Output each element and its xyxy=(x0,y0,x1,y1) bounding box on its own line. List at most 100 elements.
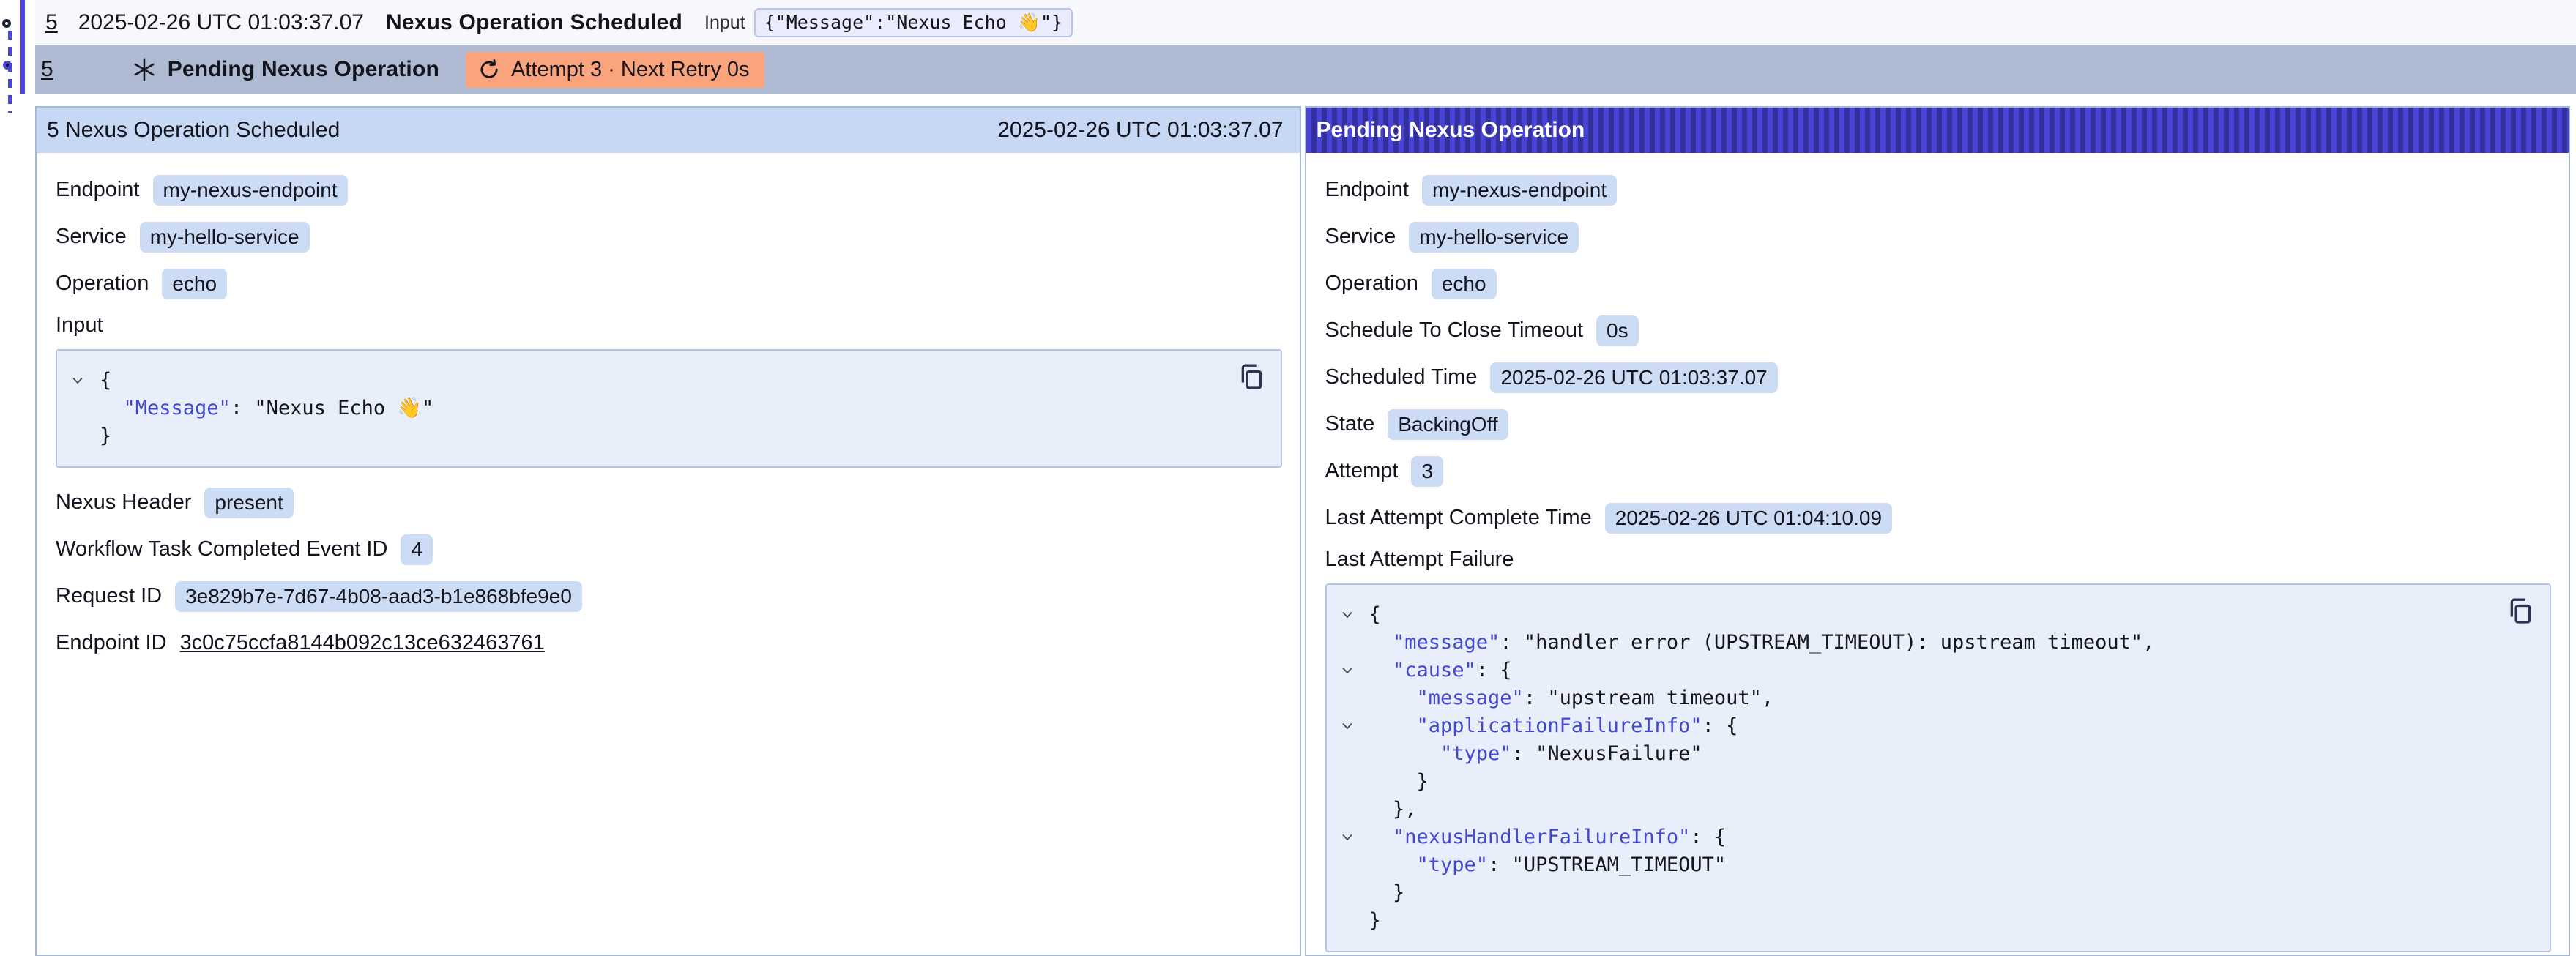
event-timestamp: 2025-02-26 UTC 01:03:37.07 xyxy=(78,10,364,35)
json-line-text: } xyxy=(1369,879,1405,907)
json-key-token: "type" xyxy=(1440,742,1512,765)
timeline-selected-marker-icon xyxy=(3,61,12,70)
input-section-label: Input xyxy=(56,313,1282,337)
code-gutter-spacer xyxy=(1334,851,1369,879)
event-detail-panels: 5 Nexus Operation Scheduled 2025-02-26 U… xyxy=(35,106,2570,956)
json-line-text: { xyxy=(100,367,111,395)
field-label: Workflow Task Completed Event ID xyxy=(56,537,387,561)
collapse-chevron-icon[interactable] xyxy=(1334,601,1369,629)
json-line-text: "type": "NexusFailure" xyxy=(1369,740,1702,768)
scheduled-panel-title: 5 Nexus Operation Scheduled xyxy=(47,118,340,143)
field-label: Service xyxy=(56,225,127,249)
scheduled-event-panel: 5 Nexus Operation Scheduled 2025-02-26 U… xyxy=(35,106,1301,956)
json-key-token: "type" xyxy=(1417,854,1489,876)
scheduled-panel-body: Endpoint my-nexus-endpoint Service my-he… xyxy=(37,153,1300,660)
pending-panel-header: Pending Nexus Operation xyxy=(1306,108,2569,153)
json-line-text: } xyxy=(1369,768,1429,796)
field-state: State BackingOff xyxy=(1325,407,2552,441)
endpoint-id-link[interactable]: 3c0c75ccfa8144b092c13ce632463761 xyxy=(180,631,545,655)
failure-section-label: Last Attempt Failure xyxy=(1325,548,2552,572)
json-key-token: "message" xyxy=(1417,687,1524,709)
json-key-token: "cause" xyxy=(1393,659,1476,681)
json-line: } xyxy=(1334,907,2492,935)
field-label: Nexus Header xyxy=(56,490,191,515)
code-gutter-spacer xyxy=(1334,907,1369,935)
field-value-badge: 0s xyxy=(1596,315,1639,346)
timeline-event-marker-icon xyxy=(2,19,11,28)
json-line: } xyxy=(64,422,1222,450)
event-input-label: Input xyxy=(704,12,745,34)
event-history-list: 5 2025-02-26 UTC 01:03:37.07 Nexus Opera… xyxy=(35,0,2576,94)
attempt-retry-badge: Attempt 3 · Next Retry 0s xyxy=(466,52,764,88)
json-key-token: "message" xyxy=(1393,631,1500,654)
json-text-token: : "Nexus Echo 👋" xyxy=(231,397,433,419)
json-line-text: }, xyxy=(1369,796,1417,824)
collapse-chevron-icon[interactable] xyxy=(1334,712,1369,740)
copy-icon[interactable] xyxy=(2506,597,2535,626)
json-text-token: : { xyxy=(1702,714,1738,737)
pending-panel-body: Endpoint my-nexus-endpoint Service my-he… xyxy=(1306,153,2569,956)
pending-asterisk-icon xyxy=(131,56,157,83)
field-service: Service my-hello-service xyxy=(1325,220,2552,254)
event-row-pending[interactable]: 5 Pending Nexus Operation Attempt 3 · Ne… xyxy=(35,45,2576,94)
field-value-badge: 2025-02-26 UTC 01:04:10.09 xyxy=(1605,503,1892,534)
json-text-token: { xyxy=(100,369,111,392)
json-line-text: "applicationFailureInfo": { xyxy=(1369,712,1738,740)
field-value-badge: 2025-02-26 UTC 01:03:37.07 xyxy=(1490,362,1777,393)
field-value-badge: echo xyxy=(1432,269,1497,299)
code-gutter-spacer xyxy=(1334,768,1369,796)
json-text-token: : "UPSTREAM_TIMEOUT" xyxy=(1488,854,1726,876)
json-line: { xyxy=(64,367,1222,395)
code-gutter-spacer xyxy=(1334,740,1369,768)
json-line-text: "message": "upstream timeout", xyxy=(1369,684,1774,712)
event-id-link[interactable]: 5 xyxy=(41,57,53,82)
json-line-text: "nexusHandlerFailureInfo": { xyxy=(1369,824,1727,851)
code-gutter-spacer xyxy=(1334,796,1369,824)
json-text-token: { xyxy=(1369,603,1381,626)
json-line: { xyxy=(1334,601,2492,629)
field-value-badge: echo xyxy=(162,269,227,299)
json-line: "type": "NexusFailure" xyxy=(1334,740,2492,768)
json-text-token: } xyxy=(1393,881,1404,904)
field-label: Endpoint xyxy=(56,178,140,202)
json-line: "message": "handler error (UPSTREAM_TIME… xyxy=(1334,629,2492,657)
json-line-text: "message": "handler error (UPSTREAM_TIME… xyxy=(1369,629,2155,657)
timeline-line xyxy=(20,0,25,94)
json-line-text: "Message": "Nexus Echo 👋" xyxy=(100,395,433,422)
json-key-token: "Message" xyxy=(124,397,231,419)
failure-json-viewer: { "message": "handler error (UPSTREAM_TIM… xyxy=(1325,583,2552,952)
json-text-token: } xyxy=(1417,770,1429,793)
field-label: Service xyxy=(1325,225,1396,249)
code-gutter-spacer xyxy=(64,422,100,450)
json-line-text: "type": "UPSTREAM_TIMEOUT" xyxy=(1369,851,1727,879)
collapse-chevron-icon[interactable] xyxy=(1334,657,1369,684)
field-service: Service my-hello-service xyxy=(56,220,1282,254)
json-text-token: : "upstream timeout", xyxy=(1524,687,1773,709)
json-key-token: "nexusHandlerFailureInfo" xyxy=(1393,826,1690,848)
field-schedule-to-close-timeout: Schedule To Close Timeout 0s xyxy=(1325,313,2552,348)
json-line-text: } xyxy=(100,422,111,450)
timeline-gutter xyxy=(0,0,35,956)
field-value-badge: 4 xyxy=(401,534,433,565)
json-line: "cause": { xyxy=(1334,657,2492,684)
copy-icon[interactable] xyxy=(1237,362,1266,392)
field-label: Schedule To Close Timeout xyxy=(1325,318,1584,343)
field-endpoint: Endpoint my-nexus-endpoint xyxy=(56,173,1282,207)
collapse-chevron-icon[interactable] xyxy=(1334,824,1369,851)
json-text-token: } xyxy=(100,425,111,447)
field-value-badge: my-nexus-endpoint xyxy=(1422,175,1617,206)
json-line: "type": "UPSTREAM_TIMEOUT" xyxy=(1334,851,2492,879)
json-line-text: "cause": { xyxy=(1369,657,1512,684)
field-value-badge: my-hello-service xyxy=(140,222,310,253)
field-value-badge: present xyxy=(204,488,293,518)
event-id-link[interactable]: 5 xyxy=(45,10,58,35)
field-value-badge: 3e829b7e-7d67-4b08-aad3-b1e868bfe9e0 xyxy=(175,581,582,612)
json-line: } xyxy=(1334,768,2492,796)
collapse-chevron-icon[interactable] xyxy=(64,367,100,395)
field-request-id: Request ID 3e829b7e-7d67-4b08-aad3-b1e86… xyxy=(56,579,1282,613)
timeline-dashed-line xyxy=(8,31,12,113)
json-line: } xyxy=(1334,879,2492,907)
json-text-token: : "NexusFailure" xyxy=(1512,742,1702,765)
event-row-scheduled[interactable]: 5 2025-02-26 UTC 01:03:37.07 Nexus Opera… xyxy=(35,0,2576,45)
field-scheduled-time: Scheduled Time 2025-02-26 UTC 01:03:37.0… xyxy=(1325,360,2552,395)
